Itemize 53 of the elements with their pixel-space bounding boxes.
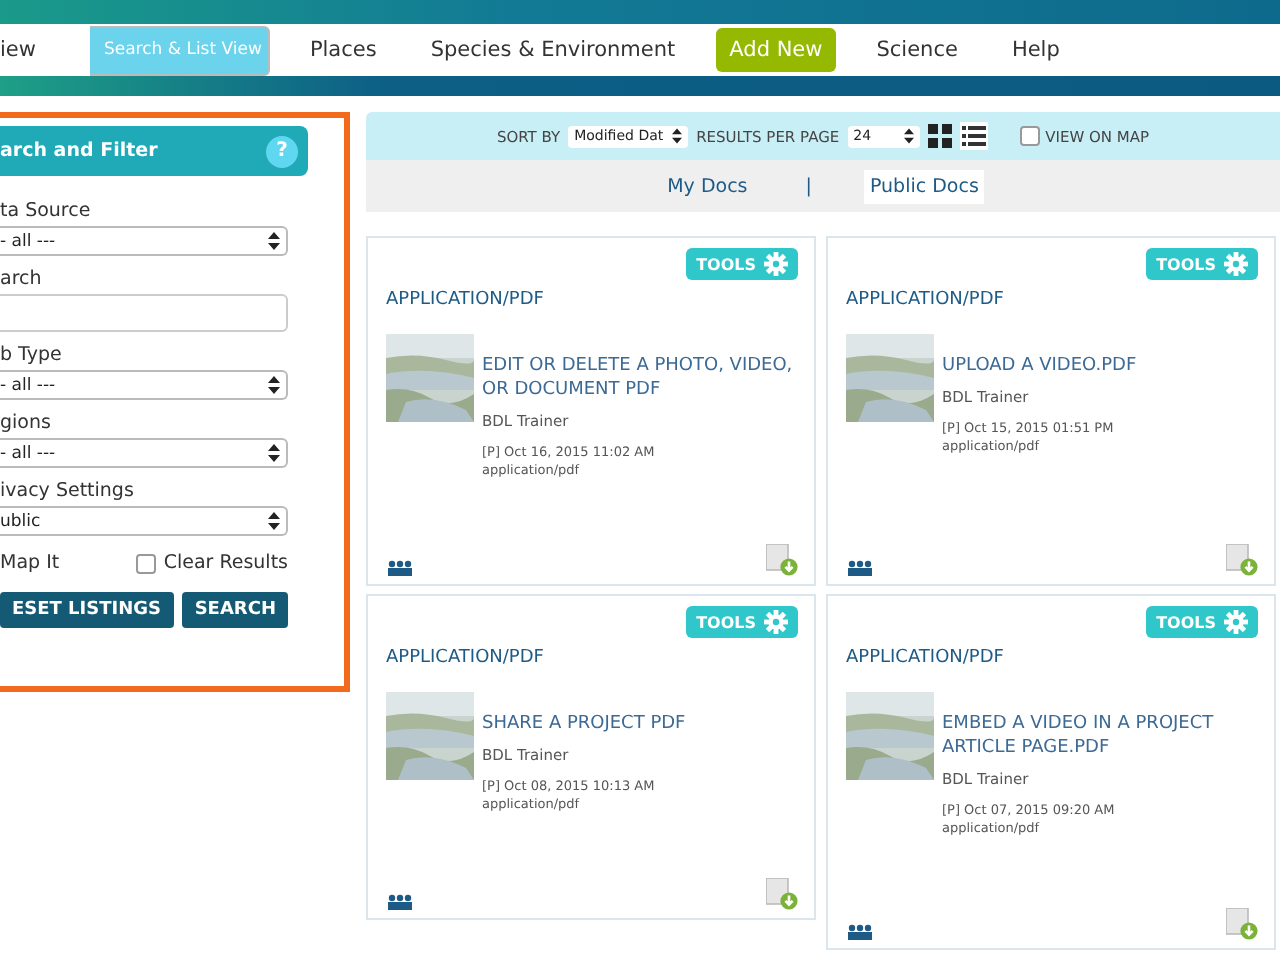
updown-icon	[672, 128, 683, 144]
field-label: ta Source	[0, 200, 93, 222]
download-file-icon[interactable]	[1226, 908, 1258, 940]
gear-icon	[764, 610, 788, 634]
download-file-icon[interactable]	[766, 544, 798, 576]
document-type: APPLICATION/PDF	[386, 290, 546, 310]
select-field[interactable]: - all ---	[0, 226, 288, 256]
list-view-icon[interactable]	[959, 122, 988, 150]
people-icon[interactable]	[386, 894, 414, 910]
gear-icon	[1224, 252, 1248, 276]
people-icon[interactable]	[846, 924, 874, 940]
select-field[interactable]: - all ---	[0, 370, 288, 400]
search-field[interactable]	[0, 294, 288, 332]
nav-link[interactable]: Science	[862, 28, 972, 72]
document-type: APPLICATION/PDF	[846, 290, 1006, 310]
nav-link[interactable]: Species & Environment	[416, 28, 690, 72]
field-label: arch	[0, 268, 44, 290]
people-icon[interactable]	[386, 560, 414, 576]
select-field[interactable]: ublic	[0, 506, 288, 536]
document-type: APPLICATION/PDF	[846, 648, 1006, 668]
document-title[interactable]: SHARE A PROJECT PDF	[482, 712, 686, 736]
updown-icon	[268, 232, 280, 250]
checkbox[interactable]	[1019, 126, 1040, 146]
checkbox[interactable]	[135, 553, 156, 573]
checkbox-label: Map It	[0, 552, 60, 574]
updown-icon	[268, 376, 280, 394]
checkbox-label: Clear Results	[163, 552, 288, 574]
gear-icon	[1224, 610, 1248, 634]
document-title[interactable]: EMBED A VIDEO IN A PROJECT ARTICLE PAGE.PDF	[942, 712, 1258, 760]
people-icon[interactable]	[846, 560, 874, 576]
nav-link[interactable]: Help	[997, 28, 1074, 72]
reset-button[interactable]: ESET LISTINGS	[0, 592, 174, 628]
select-field[interactable]: - all ---	[0, 438, 288, 468]
gear-icon	[764, 252, 788, 276]
download-file-icon[interactable]	[766, 878, 798, 910]
search-button[interactable]: SEARCH	[182, 592, 288, 628]
field-label: ivacy Settings	[0, 480, 136, 502]
docs-tab[interactable]: Public Docs	[863, 169, 985, 203]
field-label: gions	[0, 412, 53, 434]
download-file-icon[interactable]	[1226, 544, 1258, 576]
grid-view-icon[interactable]	[927, 124, 952, 148]
document-type: APPLICATION/PDF	[386, 648, 546, 668]
updown-icon	[268, 444, 280, 462]
nav-link[interactable]: Places	[295, 28, 391, 72]
updown-icon	[268, 512, 280, 530]
nav-link[interactable]: iew	[0, 28, 50, 72]
panel-title: arch and Filter	[0, 140, 158, 162]
updown-icon	[903, 128, 914, 144]
field-label: b Type	[0, 344, 64, 366]
docs-tab[interactable]: My Docs	[661, 169, 754, 203]
document-title[interactable]: EDIT OR DELETE A PHOTO, VIDEO, OR DOCUMENT PDF	[482, 354, 798, 402]
separator: |	[805, 175, 812, 197]
document-title[interactable]: UPLOAD A VIDEO.PDF	[942, 354, 1137, 378]
